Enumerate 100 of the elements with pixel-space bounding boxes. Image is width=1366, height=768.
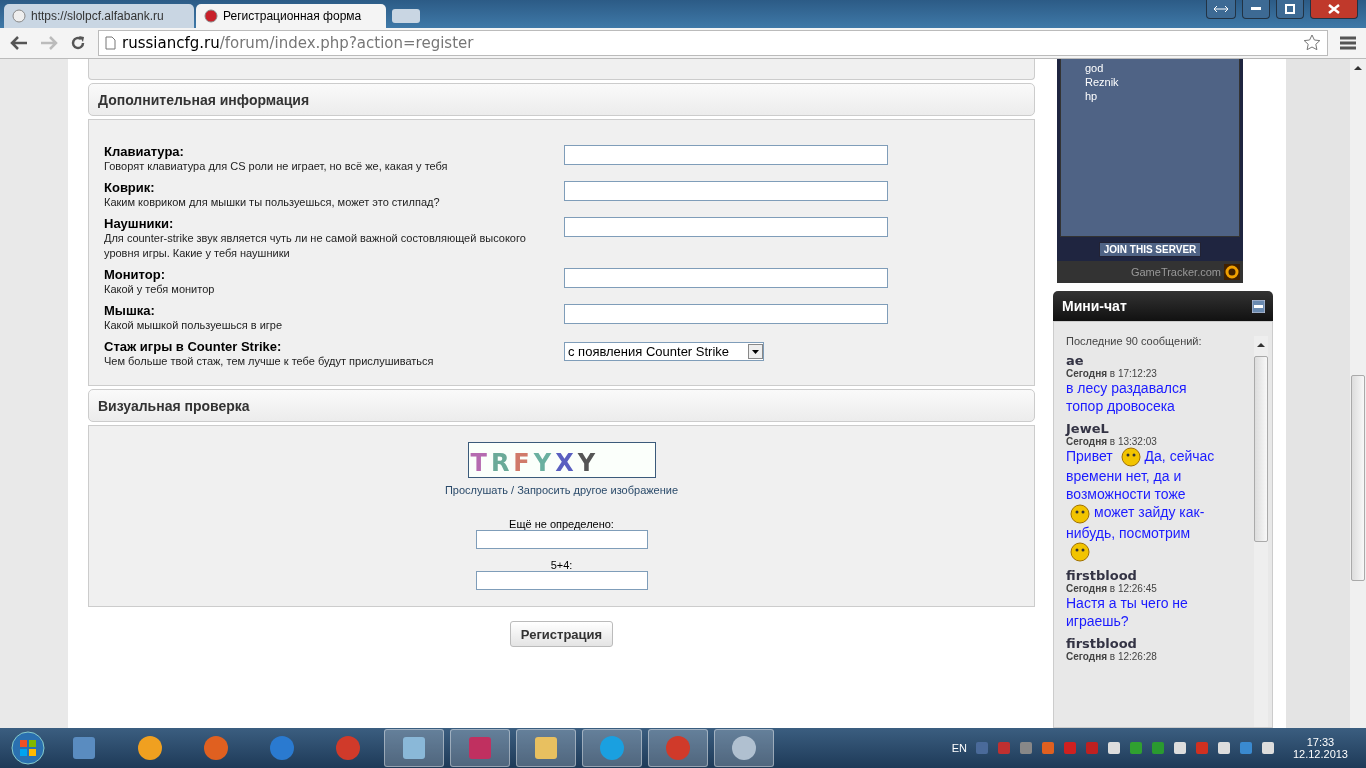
chat-scrollbar[interactable] bbox=[1254, 336, 1268, 727]
app-icon bbox=[532, 734, 560, 762]
taskbar-app[interactable] bbox=[648, 729, 708, 767]
field-label: Стаж игры в Counter Strike: bbox=[104, 339, 283, 354]
tracker-credit: GameTracker.com bbox=[1130, 266, 1221, 278]
minimize-icon bbox=[1251, 7, 1261, 11]
app-icon bbox=[202, 734, 230, 762]
chat-time: Сегодня в 12:26:28 bbox=[1066, 650, 1158, 662]
join-server-button[interactable]: JOIN THIS SERVER bbox=[1098, 242, 1202, 257]
chat-author: firstblood bbox=[1066, 567, 1138, 583]
chat-summary: Последние 90 сообщений: bbox=[1066, 336, 1203, 347]
app-icon bbox=[136, 734, 164, 762]
scroll-thumb[interactable] bbox=[1351, 375, 1365, 581]
double-arrow-icon bbox=[1213, 5, 1229, 13]
logo-icon bbox=[1224, 264, 1240, 280]
app-icon bbox=[334, 734, 362, 762]
taskbar-app[interactable] bbox=[384, 729, 444, 767]
app-icon bbox=[70, 734, 98, 762]
link-separator: / bbox=[511, 484, 515, 496]
question-label: Ещё не определено: bbox=[509, 518, 614, 530]
question-label: 5+4: bbox=[550, 559, 573, 571]
chat-title: Мини-чат bbox=[1062, 298, 1127, 314]
field-hint: Каким ковриком для мышки ты пользуешься, может это стилпад? bbox=[104, 195, 441, 210]
field-hint: Для counter-strike звук является чуть ли не самой важной состовляющей высокого уровня игры. Какие у тебя наушники bbox=[104, 231, 527, 261]
smiley-icon bbox=[1070, 541, 1090, 562]
smiley-icon bbox=[1070, 503, 1090, 524]
chat-author: JeweL bbox=[1066, 421, 1110, 436]
menu-icon[interactable] bbox=[1340, 36, 1356, 50]
taskbar-app[interactable] bbox=[450, 729, 510, 767]
app-icon bbox=[400, 734, 428, 762]
section-header: Дополнительная информация bbox=[88, 83, 1035, 116]
tray-icon[interactable] bbox=[1172, 741, 1187, 755]
field-label: Мышка: bbox=[104, 303, 156, 318]
taskbar-app[interactable] bbox=[582, 729, 642, 767]
app-icon bbox=[598, 734, 626, 762]
taskbar-app[interactable] bbox=[516, 729, 576, 767]
page-scrollbar[interactable] bbox=[1350, 59, 1366, 728]
new-tab-button[interactable] bbox=[392, 9, 420, 23]
field-label: Наушники: bbox=[104, 216, 175, 231]
forward-icon[interactable] bbox=[40, 36, 58, 50]
start-button[interactable] bbox=[8, 730, 48, 766]
smiley-icon bbox=[1120, 447, 1141, 468]
field-label: Монитор: bbox=[104, 267, 167, 282]
field-hint: Какой у тебя монитор bbox=[104, 282, 216, 297]
star-icon[interactable] bbox=[1303, 34, 1321, 52]
player-name: god bbox=[1085, 61, 1105, 75]
answer-field[interactable] bbox=[475, 571, 648, 590]
text-field[interactable] bbox=[564, 181, 888, 201]
maximize-button[interactable] bbox=[1276, 0, 1304, 19]
text-field[interactable] bbox=[564, 304, 888, 324]
close-button[interactable] bbox=[1310, 0, 1358, 19]
browser-tab[interactable]: https://slolpcf.alfabank.ru bbox=[4, 4, 194, 28]
minimize-button[interactable] bbox=[1242, 0, 1270, 19]
tray-icon[interactable] bbox=[1106, 741, 1121, 755]
dropdown[interactable]: с появления Counter Strike bbox=[564, 342, 764, 361]
back-icon[interactable] bbox=[10, 36, 28, 50]
captcha-image: T R F Y X Y bbox=[467, 442, 656, 478]
field-hint: Чем больше твой стаж, тем лучше к тебе будут прислушиваться bbox=[104, 354, 435, 369]
site-icon bbox=[204, 9, 218, 23]
chat-message: Привет Да, сейчас времени нет, да и возможности тоже может зайду как-нибудь, посмотрим bbox=[1066, 447, 1216, 562]
taskbar-app[interactable] bbox=[714, 729, 774, 767]
app-icon bbox=[664, 734, 692, 762]
field-label: Коврик: bbox=[104, 180, 156, 195]
resize-button[interactable] bbox=[1206, 0, 1236, 19]
scroll-thumb[interactable] bbox=[1254, 356, 1268, 542]
address-bar[interactable]: russiancfg.ru/forum/index.php?action=register bbox=[98, 30, 1328, 56]
field-label: Клавиатура: bbox=[104, 144, 185, 159]
chat-author: ae bbox=[1066, 353, 1085, 368]
chat-author: firstblood bbox=[1066, 635, 1138, 651]
register-button[interactable]: Регистрация bbox=[509, 621, 614, 647]
browser-tab[interactable]: Регистрационная форма bbox=[196, 4, 386, 28]
app-icon bbox=[466, 734, 494, 762]
scroll-up-icon[interactable] bbox=[1354, 65, 1362, 71]
tray-icon[interactable] bbox=[1260, 741, 1275, 755]
tray-icon[interactable] bbox=[1128, 741, 1143, 755]
text-field[interactable] bbox=[564, 217, 888, 237]
field-hint: Какой мышкой пользуешься в игре bbox=[104, 318, 284, 333]
maximize-icon bbox=[1285, 4, 1295, 14]
listen-link[interactable]: Прослушать bbox=[444, 484, 508, 496]
app-icon bbox=[730, 734, 758, 762]
scroll-up-icon[interactable] bbox=[1257, 342, 1265, 348]
section-header: Визуальная проверка bbox=[88, 389, 1035, 422]
chat-message: Настя а ты чего не играешь? bbox=[1066, 594, 1189, 630]
reload-icon[interactable] bbox=[70, 35, 86, 51]
answer-field[interactable] bbox=[475, 530, 648, 549]
language-indicator[interactable]: EN bbox=[951, 742, 967, 754]
text-field[interactable] bbox=[564, 268, 888, 288]
tray-icon[interactable] bbox=[1216, 741, 1231, 755]
player-name: Reznik bbox=[1085, 75, 1120, 89]
app-icon bbox=[268, 734, 296, 762]
collapse-icon[interactable] bbox=[1252, 299, 1265, 313]
clock[interactable]: 17:33 12.12.2013 bbox=[1292, 736, 1348, 760]
chat-time: Сегодня в 17:12:23 bbox=[1066, 368, 1158, 379]
chat-time: Сегодня в 12:26:45 bbox=[1066, 582, 1158, 594]
close-icon bbox=[1328, 4, 1340, 14]
chat-time: Сегодня в 13:32:03 bbox=[1066, 436, 1158, 447]
field-hint: Говорят клавиатура для CS роли не играет, но всё же, какая у тебя bbox=[104, 159, 449, 174]
new-image-link[interactable]: Запросить другое изображение bbox=[517, 484, 679, 496]
text-field[interactable] bbox=[564, 145, 888, 165]
player-name: hp bbox=[1085, 89, 1099, 103]
